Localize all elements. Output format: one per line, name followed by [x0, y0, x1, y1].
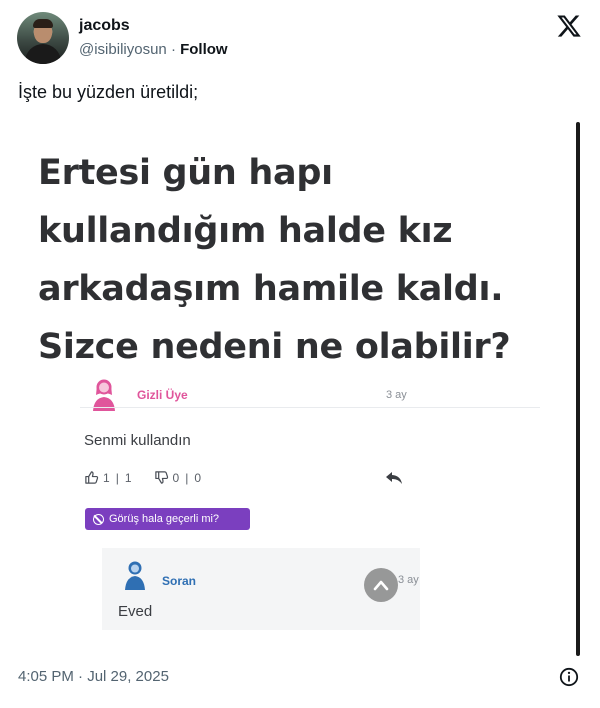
reply-card: Soran 3 ay Eved: [102, 548, 420, 630]
anonymous-user-icon: [93, 379, 115, 411]
opinion-valid-badge: Görüş hala geçerli mi?: [85, 508, 250, 530]
follow-button[interactable]: Follow: [180, 41, 228, 58]
dislike-count: 0: [172, 470, 180, 485]
answer-votes: 1 | 1 0 | 0: [84, 470, 201, 485]
x-logo-icon[interactable]: [556, 13, 582, 39]
media-right-edge: [576, 122, 580, 656]
author-handle[interactable]: @isibiliyosun: [79, 41, 167, 58]
tweet-timestamp[interactable]: 4:05 PM · Jul 29, 2025: [18, 668, 169, 685]
chevron-up-icon: [373, 580, 389, 591]
thumbs-down-icon: [154, 471, 168, 484]
answer-text: Senmi kullandın: [84, 432, 191, 449]
badge-label: Görüş hala geçerli mi?: [109, 513, 220, 525]
info-icon[interactable]: [559, 667, 579, 687]
ban-icon: [93, 513, 104, 525]
answer-divider: [80, 407, 540, 408]
dislike-total: 0: [194, 470, 201, 485]
question-title: Ertesi gün hapı kullandığım halde kız ar…: [38, 153, 511, 367]
author-avatar[interactable]: [17, 12, 69, 64]
like-total: 1: [124, 470, 132, 485]
reply-text: Eved: [118, 603, 153, 620]
asker-user-icon: [125, 561, 145, 590]
handle-separator: ·: [170, 41, 176, 58]
answer-username: Gizli Üye: [137, 388, 188, 402]
reply-time: 3 ay: [398, 574, 419, 586]
answer-card: Gizli Üye 3 ay Senmi kullandın 1 | 1 0 |…: [80, 368, 540, 648]
reply-username: Soran: [162, 574, 197, 588]
tweet-media-image[interactable]: Ertesi gün hapı kullandığım halde kız ar…: [18, 118, 582, 658]
tweet-text: İşte bu yüzden üretildi;: [18, 82, 199, 102]
thumbs-up-icon: [85, 471, 99, 484]
answer-time: 3 ay: [386, 389, 407, 401]
reply-arrow-icon: [386, 472, 402, 484]
scroll-top-button: [364, 568, 398, 602]
like-count: 1: [103, 470, 110, 485]
author-name[interactable]: jacobs: [79, 17, 130, 35]
author-handle-row: @isibiliyosun · Follow: [79, 41, 228, 58]
